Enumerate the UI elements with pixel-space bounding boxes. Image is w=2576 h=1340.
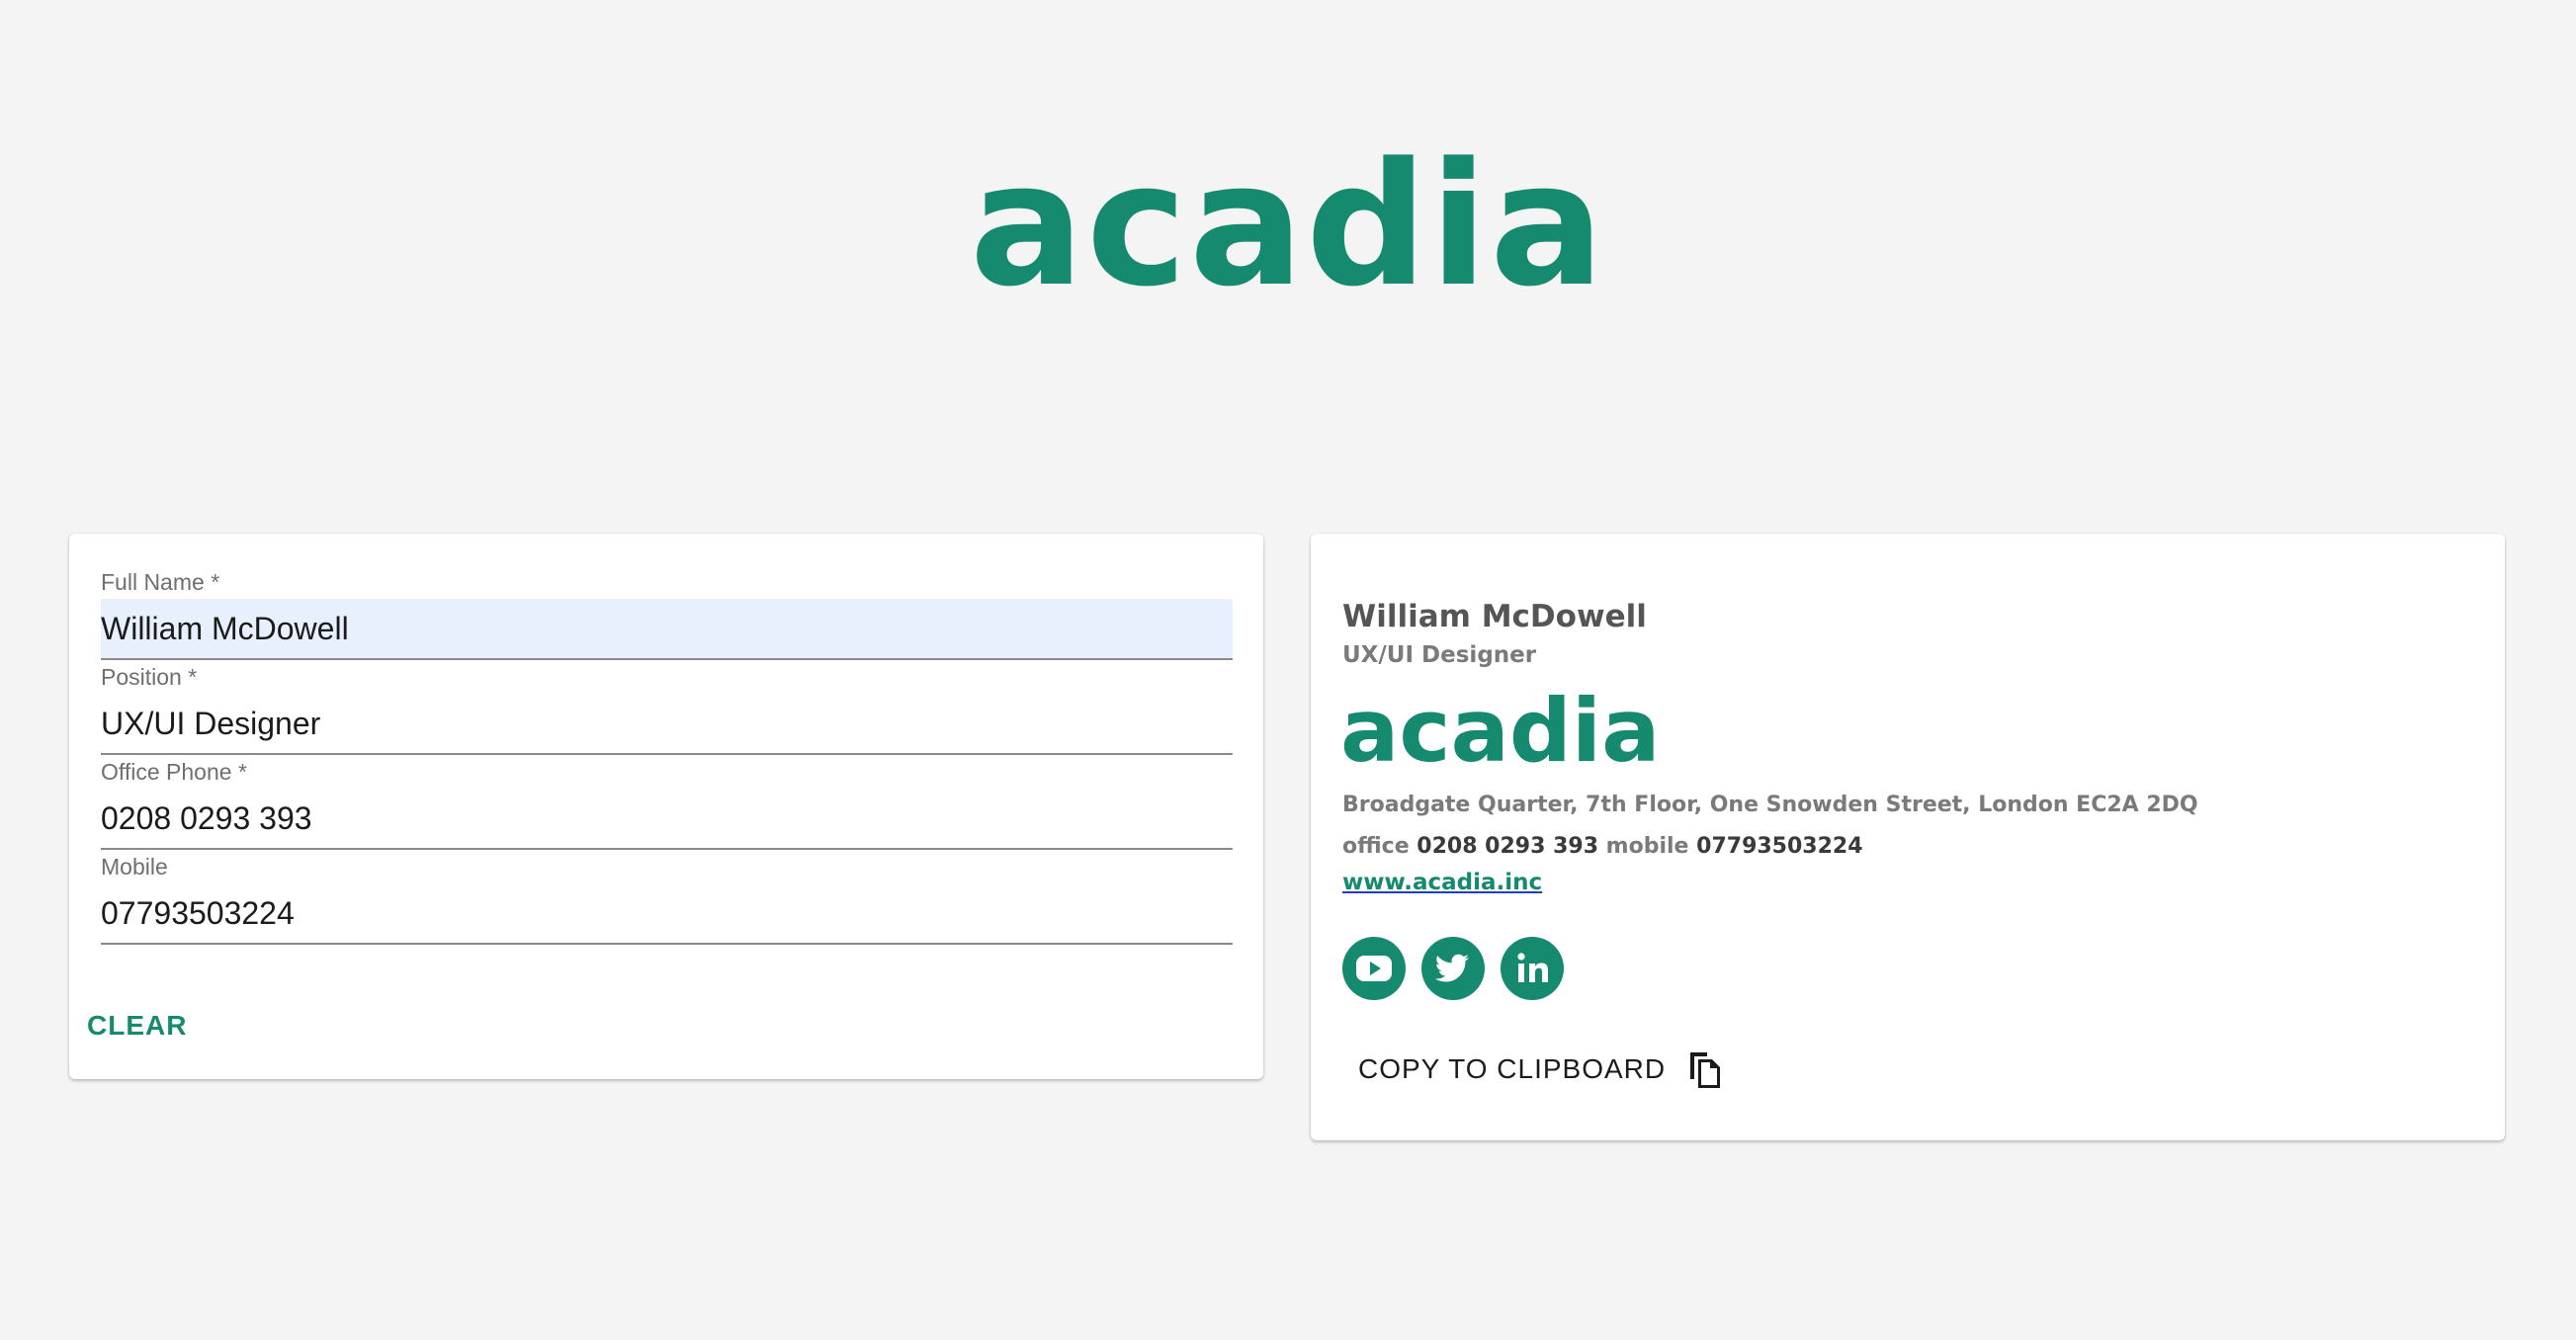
signature-address: Broadgate Quarter, 7th Floor, One Snowde…: [1342, 793, 2198, 817]
mobile-input[interactable]: [101, 883, 1233, 945]
mobile-field: Mobile: [101, 850, 1233, 945]
mobile-phone-value: 07793503224: [1696, 834, 1863, 859]
acadia-logo: acadia: [969, 126, 1607, 324]
website-link[interactable]: www.acadia.inc: [1342, 870, 1542, 895]
youtube-icon[interactable]: [1342, 937, 1406, 1000]
copy-to-clipboard-label: COPY TO CLIPBOARD: [1358, 1053, 1667, 1084]
twitter-icon[interactable]: [1421, 937, 1485, 1000]
signature-form-card: Full Name * Position * Office Phone * Mo…: [69, 534, 1263, 1079]
signature-name: William McDowell: [1342, 599, 1647, 634]
position-field: Position *: [101, 660, 1233, 755]
office-phone-label: Office Phone *: [101, 759, 247, 785]
office-phone-input[interactable]: [101, 789, 1233, 850]
copy-to-clipboard-button[interactable]: COPY TO CLIPBOARD: [1342, 1038, 1738, 1101]
office-phone-field: Office Phone *: [101, 755, 1233, 850]
full-name-input[interactable]: [101, 599, 1233, 660]
position-label: Position *: [101, 664, 198, 690]
copy-icon: [1689, 1052, 1720, 1088]
signature-title: UX/UI Designer: [1342, 642, 1537, 668]
signature-logo: acadia: [1340, 680, 1661, 782]
office-label: office: [1342, 834, 1410, 859]
full-name-label: Full Name *: [101, 569, 220, 595]
full-name-field: Full Name *: [101, 565, 1233, 660]
position-input[interactable]: [101, 694, 1233, 755]
mobile-label-text: mobile: [1605, 834, 1689, 859]
mobile-label: Mobile: [101, 854, 168, 879]
office-phone-value: 0208 0293 393: [1417, 834, 1598, 859]
signature-phones: office 0208 0293 393 mobile 07793503224: [1342, 834, 1863, 859]
signature-preview-card: William McDowell UX/UI Designer acadia B…: [1311, 534, 2505, 1140]
clear-button[interactable]: CLEAR: [69, 994, 198, 1057]
linkedin-icon[interactable]: [1501, 937, 1564, 1000]
